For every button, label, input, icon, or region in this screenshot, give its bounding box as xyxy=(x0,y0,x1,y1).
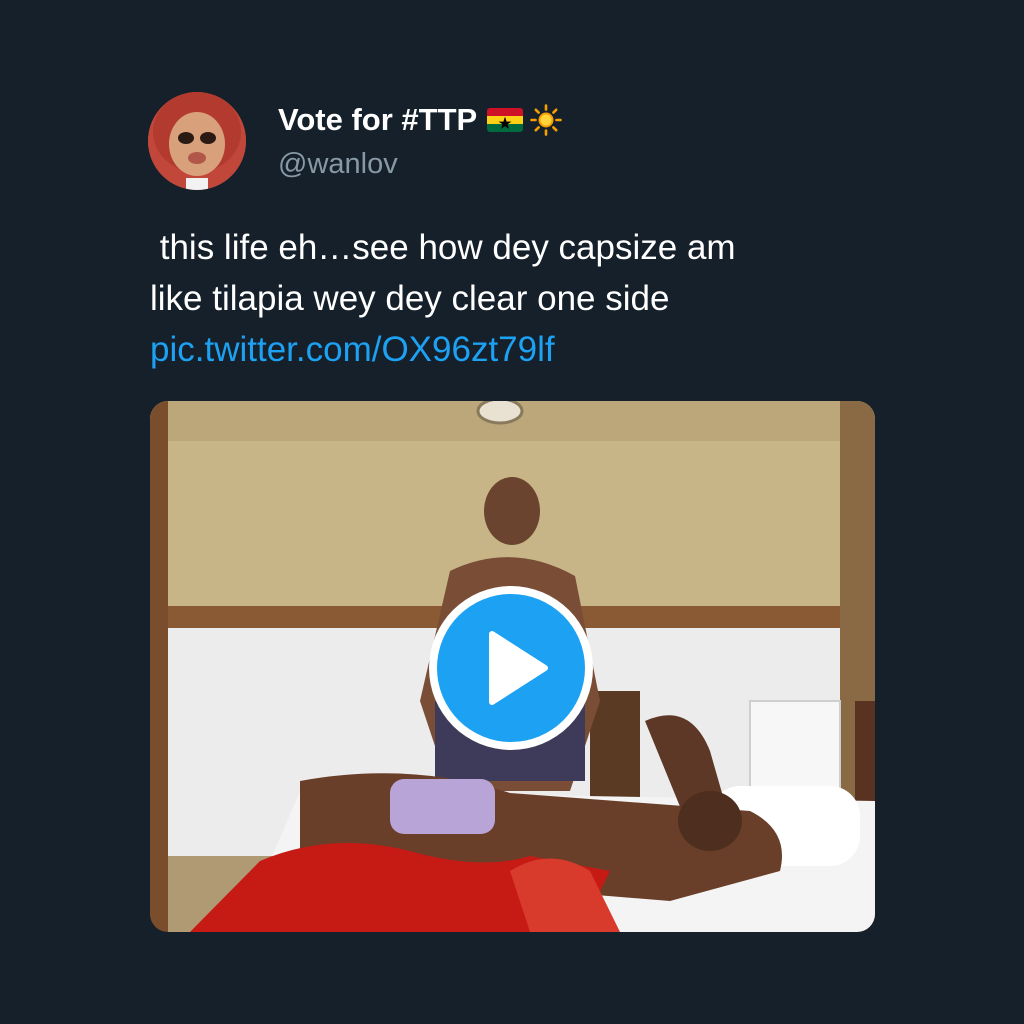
display-name-text[interactable]: Vote for #TTP xyxy=(278,100,477,140)
media-link[interactable]: pic.twitter.com/OX96zt79lf xyxy=(150,324,910,375)
play-button[interactable] xyxy=(429,586,593,750)
avatar-image xyxy=(148,92,246,190)
tweet-text-line: this life eh…see how dey capsize am xyxy=(150,228,736,267)
tweet-card: Vote for #TTP @wanlov this life eh…see h… xyxy=(0,0,1024,1024)
video-player[interactable] xyxy=(150,401,875,932)
ghana-flag-icon xyxy=(487,108,524,132)
author-handle[interactable]: @wanlov xyxy=(278,145,398,183)
author-display-name[interactable]: Vote for #TTP xyxy=(278,100,563,140)
sun-icon xyxy=(529,103,563,137)
play-icon xyxy=(489,631,548,705)
tweet-text-line: like tilapia wey dey clear one side xyxy=(150,279,670,318)
tweet-text: this life eh…see how dey capsize am like… xyxy=(150,222,910,375)
avatar[interactable] xyxy=(148,92,246,190)
